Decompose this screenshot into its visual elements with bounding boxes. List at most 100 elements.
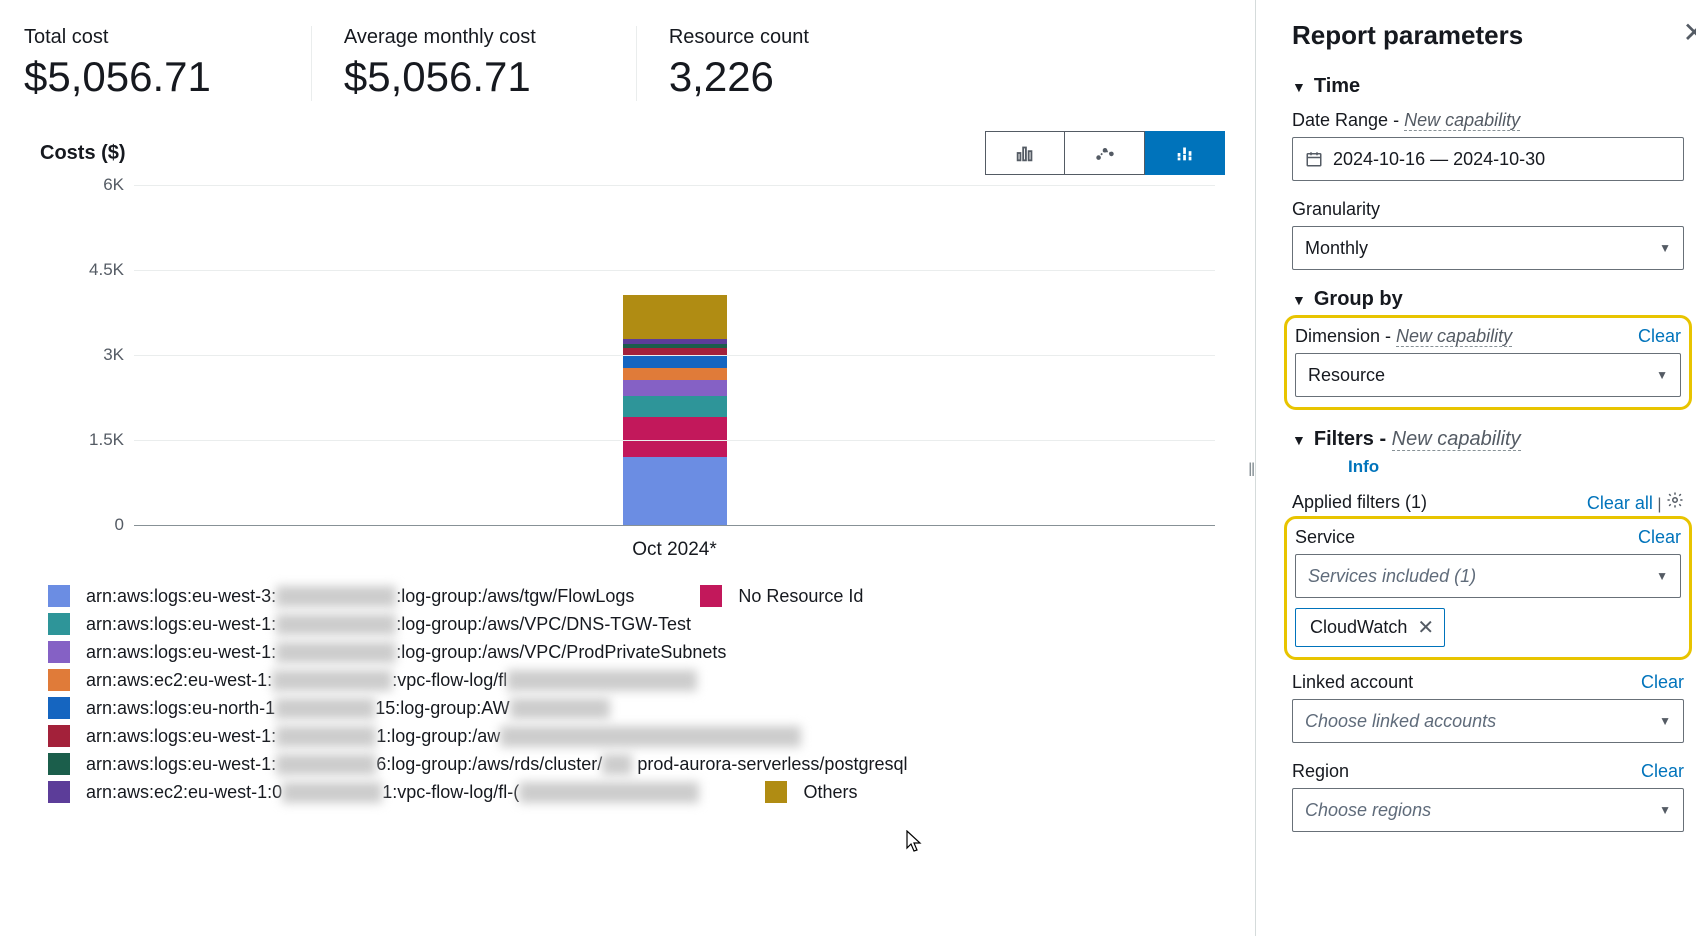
y-tick: 1.5K	[89, 430, 124, 450]
clear-all-link[interactable]: Clear all	[1587, 493, 1653, 513]
legend-item[interactable]: arn:aws:logs:eu-west-1:############:log-…	[48, 613, 1225, 635]
remove-chip-icon[interactable]: ✕	[1417, 615, 1434, 640]
chart-title: Costs ($)	[40, 142, 126, 165]
bar-segment[interactable]	[623, 368, 727, 380]
chevron-down-icon: ▼	[1292, 292, 1306, 308]
granularity-label: Granularity	[1292, 199, 1380, 220]
legend-item[interactable]: arn:aws:logs:eu-west-1:##########1:log-g…	[48, 725, 1225, 747]
stacked-bar-chart-button[interactable]	[1145, 131, 1225, 175]
gear-icon[interactable]	[1666, 491, 1684, 509]
region-label: Region	[1292, 761, 1349, 782]
kpi-value: $5,056.71	[344, 53, 536, 101]
bar-segment[interactable]	[623, 295, 727, 339]
legend-item[interactable]: arn:aws:logs:eu-west-3:############:log-…	[48, 585, 1225, 607]
kpi-value: $5,056.71	[24, 53, 211, 101]
chevron-down-icon: ▼	[1656, 569, 1668, 583]
y-tick: 0	[115, 515, 124, 535]
calendar-icon	[1305, 150, 1323, 168]
legend-swatch	[48, 753, 70, 775]
chevron-down-icon: ▼	[1292, 432, 1306, 448]
filters-info-link[interactable]: Info	[1348, 457, 1684, 477]
report-parameters-panel: ǁ ✕ Report parameters ▼ Time Date Range …	[1256, 0, 1696, 936]
main-panel: Total cost $5,056.71 Average monthly cos…	[0, 0, 1256, 936]
cursor-icon	[906, 830, 924, 860]
close-icon[interactable]: ✕	[1683, 16, 1696, 49]
dimension-select[interactable]: Resource ▼	[1295, 353, 1681, 397]
region-clear-link[interactable]: Clear	[1641, 761, 1684, 782]
groupby-section-toggle[interactable]: ▼ Group by	[1292, 288, 1684, 311]
legend-item[interactable]: arn:aws:logs:eu-west-1:############:log-…	[48, 641, 1225, 663]
date-range-label: Date Range - New capability	[1292, 110, 1520, 131]
y-tick: 3K	[103, 345, 124, 365]
y-tick: 4.5K	[89, 260, 124, 280]
bar-segment[interactable]	[623, 380, 727, 396]
legend-swatch	[765, 781, 787, 803]
legend: arn:aws:logs:eu-west-3:############:log-…	[24, 585, 1225, 803]
bar-segment[interactable]	[623, 457, 727, 525]
line-chart-icon	[1094, 142, 1116, 164]
legend-swatch	[48, 669, 70, 691]
y-tick: 6K	[103, 175, 124, 195]
region-select[interactable]: Choose regions ▼	[1292, 788, 1684, 832]
legend-label: arn:aws:logs:eu-west-1:##########1:log-g…	[86, 726, 801, 747]
panel-title: Report parameters	[1292, 20, 1684, 51]
legend-label: arn:aws:ec2:eu-west-1:0##########1:vpc-f…	[86, 782, 699, 803]
kpi-resource-count: Resource count 3,226	[636, 26, 869, 101]
stacked-bar-chart-icon	[1174, 142, 1196, 164]
legend-swatch	[48, 781, 70, 803]
collapse-handle[interactable]: ǁ	[1248, 460, 1257, 481]
legend-label: arn:aws:logs:eu-west-1:############:log-…	[86, 642, 726, 663]
service-clear-link[interactable]: Clear	[1638, 527, 1681, 548]
legend-label: Others	[803, 782, 857, 803]
legend-label: arn:aws:ec2:eu-west-1:############:vpc-f…	[86, 670, 697, 691]
applied-filters-label: Applied filters (1)	[1292, 492, 1427, 513]
chevron-down-icon: ▼	[1659, 241, 1671, 255]
kpi-avg-monthly: Average monthly cost $5,056.71	[311, 26, 596, 101]
granularity-select[interactable]: Monthly ▼	[1292, 226, 1684, 270]
filters-section-toggle[interactable]: ▼ Filters - New capability	[1292, 428, 1684, 451]
dimension-clear-link[interactable]: Clear	[1638, 326, 1681, 347]
bar-segment[interactable]	[623, 417, 727, 457]
legend-swatch	[48, 585, 70, 607]
legend-swatch	[48, 697, 70, 719]
kpi-label: Average monthly cost	[344, 26, 536, 49]
legend-swatch	[700, 585, 722, 607]
bar-segment[interactable]	[623, 355, 727, 367]
time-section-toggle[interactable]: ▼ Time	[1292, 75, 1684, 98]
legend-label: arn:aws:logs:eu-west-1:##########6:log-g…	[86, 754, 907, 775]
legend-item[interactable]: arn:aws:ec2:eu-west-1:0##########1:vpc-f…	[48, 781, 1225, 803]
x-axis-label: Oct 2024*	[632, 539, 717, 561]
service-chip-cloudwatch: CloudWatch ✕	[1295, 608, 1445, 647]
line-chart-button[interactable]	[1065, 131, 1145, 175]
kpi-total-cost: Total cost $5,056.71	[24, 26, 271, 101]
legend-item[interactable]: No Resource Id	[700, 585, 863, 607]
dimension-label: Dimension - New capability	[1295, 326, 1512, 347]
chevron-down-icon: ▼	[1659, 803, 1671, 817]
legend-label: arn:aws:logs:eu-north-1##########15:log-…	[86, 698, 610, 719]
service-label: Service	[1295, 527, 1355, 548]
legend-item[interactable]: arn:aws:logs:eu-west-1:##########6:log-g…	[48, 753, 1225, 775]
grid-line	[134, 270, 1215, 271]
legend-swatch	[48, 725, 70, 747]
legend-item[interactable]: arn:aws:ec2:eu-west-1:############:vpc-f…	[48, 669, 1225, 691]
linked-clear-link[interactable]: Clear	[1641, 672, 1684, 693]
chart: 01.5K3K4.5K6K Oct 2024*	[74, 185, 1215, 565]
kpi-value: 3,226	[669, 53, 809, 101]
service-select[interactable]: Services included (1) ▼	[1295, 554, 1681, 598]
grid-line	[134, 185, 1215, 186]
linked-account-label: Linked account	[1292, 672, 1413, 693]
legend-label: No Resource Id	[738, 586, 863, 607]
chevron-down-icon: ▼	[1656, 368, 1668, 382]
legend-item[interactable]: arn:aws:logs:eu-north-1##########15:log-…	[48, 697, 1225, 719]
grid-line	[134, 355, 1215, 356]
kpi-label: Resource count	[669, 26, 809, 49]
chart-type-toggle	[985, 131, 1225, 175]
kpi-label: Total cost	[24, 26, 211, 49]
bar-chart-button[interactable]	[985, 131, 1065, 175]
legend-item[interactable]: Others	[765, 781, 857, 803]
stacked-bar[interactable]	[623, 295, 727, 525]
bar-segment[interactable]	[623, 396, 727, 418]
legend-label: arn:aws:logs:eu-west-3:############:log-…	[86, 586, 634, 607]
date-range-input[interactable]: 2024-10-16 — 2024-10-30	[1292, 137, 1684, 181]
linked-account-select[interactable]: Choose linked accounts ▼	[1292, 699, 1684, 743]
